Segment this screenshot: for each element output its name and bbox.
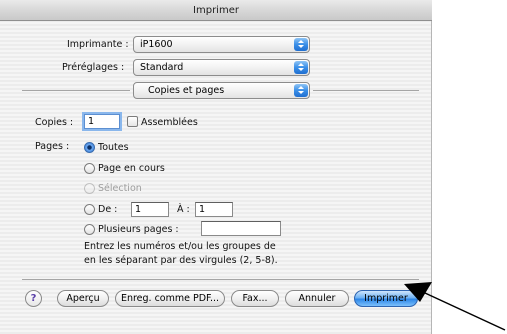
arrow-annotation-icon xyxy=(404,282,506,331)
